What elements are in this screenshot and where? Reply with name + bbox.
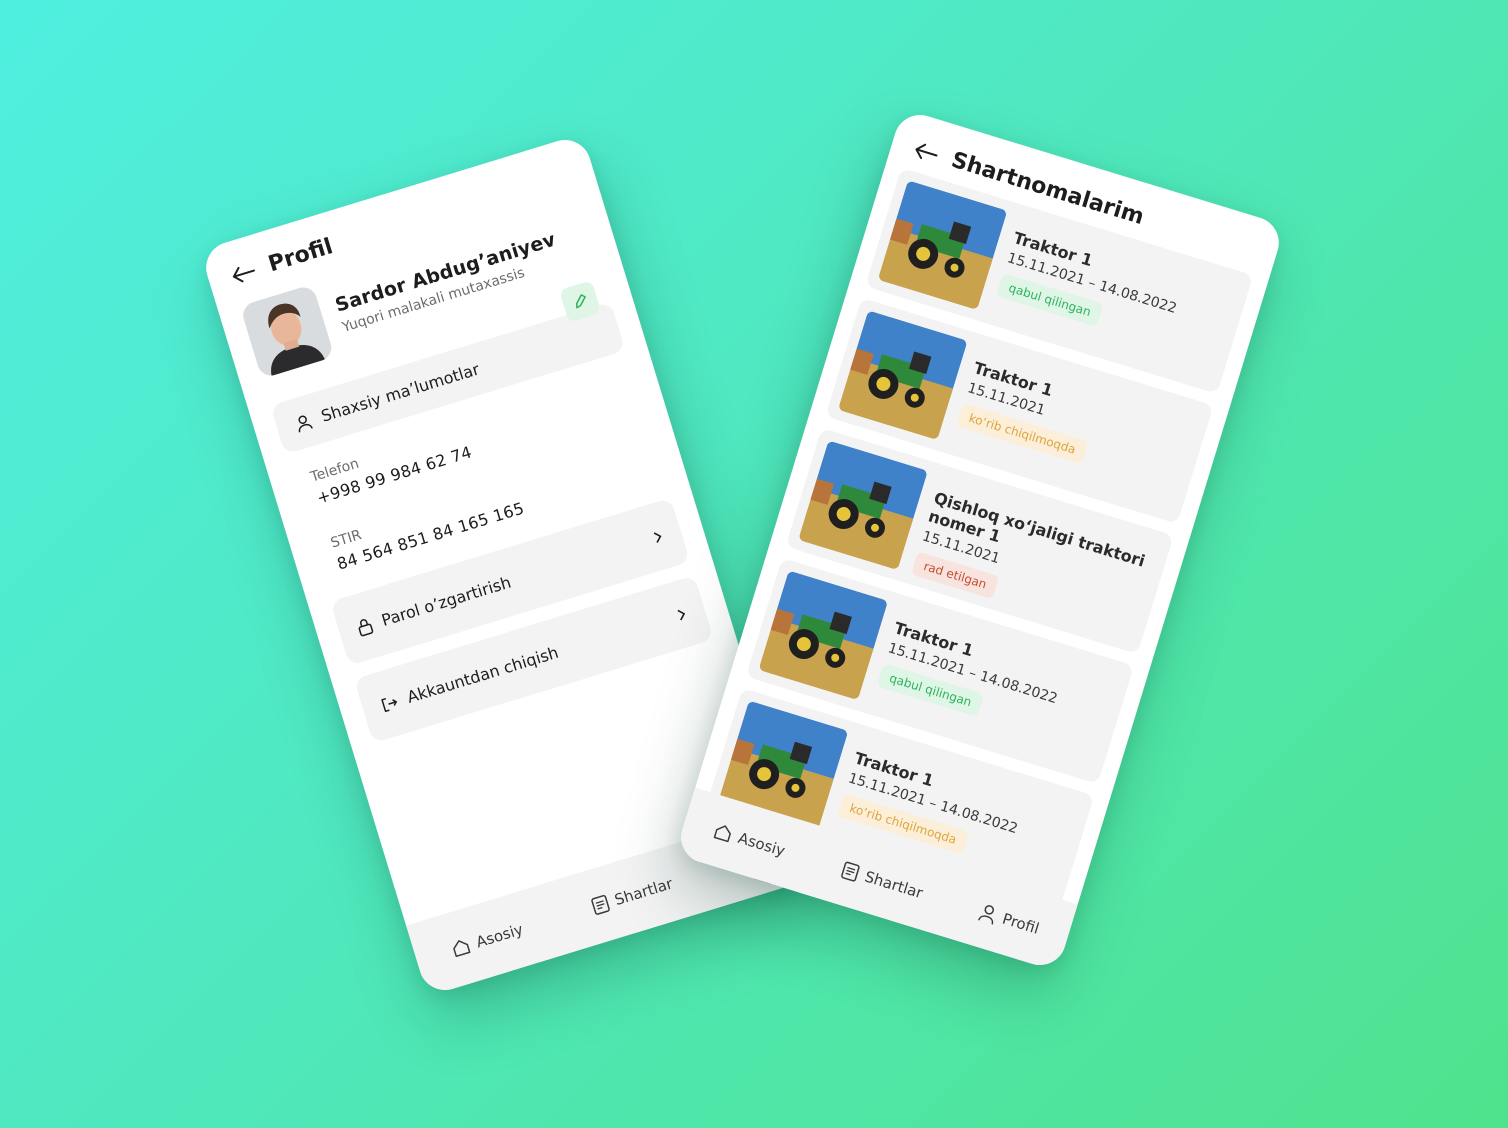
logout-label: Akkauntdan chiqish — [404, 642, 561, 707]
document-icon — [841, 861, 861, 882]
personal-info-label: Shaxsiy ma’lumotlar — [318, 359, 482, 426]
nav-contracts[interactable]: Shartlar — [589, 873, 675, 917]
home-icon — [453, 940, 471, 957]
nav-profile[interactable]: Profil — [977, 902, 1042, 939]
tractor-image — [758, 570, 889, 701]
back-arrow-icon[interactable] — [911, 138, 942, 165]
document-icon — [591, 894, 610, 915]
nav-home[interactable]: Asosiy — [711, 820, 788, 861]
nav-contracts-label: Shartlar — [612, 874, 675, 910]
home-icon — [713, 825, 732, 843]
nav-home[interactable]: Asosiy — [449, 919, 526, 960]
tractor-image — [798, 440, 928, 571]
back-arrow-icon[interactable] — [228, 260, 259, 287]
chevron-right-icon — [653, 531, 662, 543]
logout-icon — [381, 697, 397, 712]
pencil-icon — [575, 294, 586, 309]
change-password-label: Parol o’zgartirish — [379, 572, 514, 630]
person-icon — [978, 905, 995, 925]
contracts-screen: Shartnomalarim Traktor 1 15.11.2021 – 14… — [674, 108, 1286, 972]
tractor-image — [837, 310, 968, 441]
nav-contracts[interactable]: Shartlar — [839, 860, 925, 904]
lock-icon — [358, 618, 374, 636]
nav-home-label: Asosiy — [473, 920, 526, 952]
chevron-right-icon — [677, 609, 686, 620]
nav-profile-label: Profil — [1000, 909, 1042, 938]
tractor-image — [877, 180, 1008, 311]
user-icon — [298, 415, 313, 432]
avatar — [239, 284, 335, 379]
nav-contracts-label: Shartlar — [862, 867, 925, 903]
nav-home-label: Asosiy — [735, 828, 788, 861]
